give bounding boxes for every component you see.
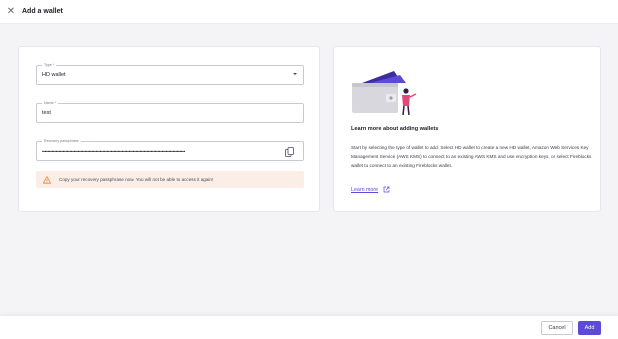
info-body: Start by selecting the type of wallet to…: [351, 145, 592, 168]
warning-text: Copy your recovery passphrase now. You w…: [59, 177, 214, 182]
type-label: Type *: [42, 63, 57, 68]
chevron-down-icon[interactable]: [293, 73, 297, 75]
name-value[interactable]: test: [42, 110, 51, 116]
warning-icon: [43, 175, 51, 184]
passphrase-warning: Copy your recovery passphrase now. You w…: [36, 171, 304, 188]
cancel-button[interactable]: Cancel: [541, 321, 573, 335]
type-value: HD wallet: [42, 72, 66, 78]
wallet-form-card: Type * HD wallet Name * test Recovery pa…: [18, 46, 320, 212]
wallet-illustration: [352, 71, 417, 116]
footer-bar: Cancel Add: [0, 315, 618, 339]
recovery-passphrase-value: ••••••••••••••••••••••••••••••••••••••••…: [42, 149, 186, 154]
info-card: Learn more about adding wallets Start by…: [333, 46, 601, 212]
top-bar: ✕ Add a wallet: [0, 0, 618, 24]
type-select[interactable]: Type * HD wallet: [36, 63, 304, 85]
page-title: Add a wallet: [22, 8, 63, 15]
recovery-label: Recovery passphrase: [42, 139, 81, 144]
learn-more-link[interactable]: Learn more: [351, 186, 390, 193]
name-input[interactable]: Name * test: [36, 101, 304, 123]
learn-more-label[interactable]: Learn more: [351, 187, 378, 193]
name-label: Name *: [42, 101, 58, 106]
recovery-passphrase-field[interactable]: Recovery passphrase ••••••••••••••••••••…: [36, 139, 304, 161]
add-button[interactable]: Add: [578, 321, 601, 335]
close-icon[interactable]: ✕: [4, 5, 18, 19]
copy-icon[interactable]: [285, 147, 294, 157]
info-title: Learn more about adding wallets: [351, 126, 439, 132]
external-link-icon[interactable]: [383, 186, 390, 193]
